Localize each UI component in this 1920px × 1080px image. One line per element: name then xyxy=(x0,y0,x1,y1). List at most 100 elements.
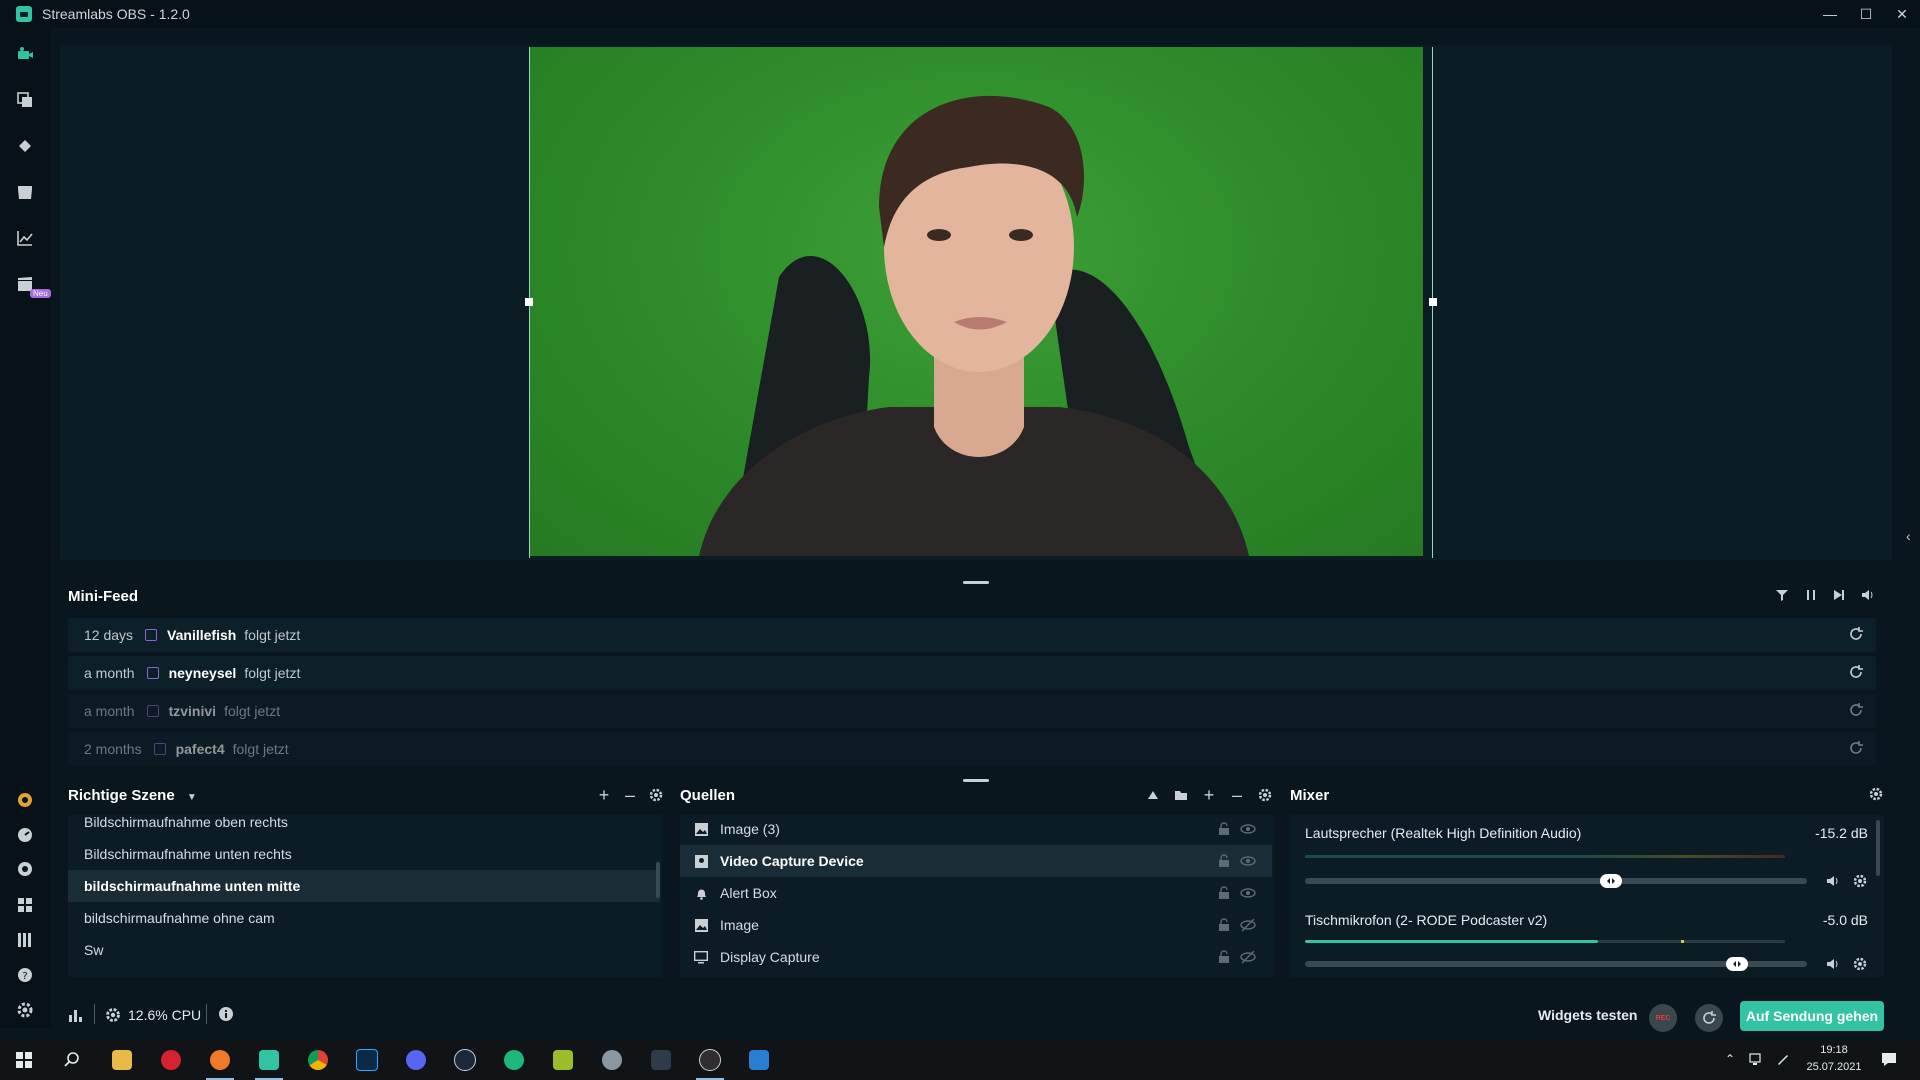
windows-start-icon[interactable] xyxy=(8,1044,40,1076)
record-button[interactable]: REC xyxy=(1649,1004,1677,1032)
add-folder-icon[interactable] xyxy=(1173,787,1189,803)
analytics-icon[interactable] xyxy=(15,228,35,248)
eye-hidden-icon[interactable] xyxy=(1240,950,1256,964)
eye-hidden-icon[interactable] xyxy=(1240,918,1256,932)
source-selection-box[interactable] xyxy=(525,47,1437,558)
davinci-icon[interactable] xyxy=(645,1044,677,1076)
dashboard-icon[interactable] xyxy=(15,825,35,845)
volume-slider-thumb[interactable] xyxy=(1600,874,1623,888)
feed-item[interactable]: 12 days Vanillefish folgt jetzt xyxy=(68,618,1876,652)
scenes-title[interactable]: Richtige Szene ▼ xyxy=(68,787,197,804)
prime-icon[interactable] xyxy=(15,790,35,810)
scene-item[interactable]: Bildschirmaufnahme oben rechts xyxy=(68,806,660,838)
replay-buffer-button[interactable] xyxy=(1695,1004,1723,1032)
scene-item[interactable]: Bildschirmaufnahme unten rechts xyxy=(68,838,660,870)
collapse-chevron-icon[interactable]: ‹ xyxy=(1906,528,1916,544)
source-properties-icon[interactable] xyxy=(1145,787,1161,803)
mixer-settings-icon[interactable] xyxy=(1868,786,1884,802)
file-explorer-icon[interactable] xyxy=(106,1044,138,1076)
add-scene-button[interactable]: + xyxy=(596,786,612,804)
source-item[interactable]: Image xyxy=(680,909,1272,941)
channel-settings-icon[interactable] xyxy=(1852,956,1868,972)
close-icon[interactable]: ✕ xyxy=(1894,4,1910,24)
channel-settings-icon[interactable] xyxy=(1852,873,1868,889)
filter-icon[interactable] xyxy=(1775,587,1790,603)
volume-slider[interactable] xyxy=(1305,874,1807,888)
settings-icon[interactable] xyxy=(15,1000,35,1020)
add-source-button[interactable]: + xyxy=(1201,786,1217,804)
skip-icon[interactable] xyxy=(1832,587,1847,603)
speaker-icon[interactable] xyxy=(1825,956,1841,972)
replay-icon[interactable] xyxy=(1848,664,1864,680)
themes-icon[interactable] xyxy=(15,90,35,110)
steam-icon[interactable] xyxy=(449,1044,481,1076)
tray-chevron-icon[interactable]: ⌃ xyxy=(1725,1052,1735,1066)
scene-item[interactable]: Sw xyxy=(68,934,660,966)
photoshop-icon[interactable] xyxy=(351,1044,383,1076)
scenes-scrollbar[interactable] xyxy=(656,862,660,898)
word-app-icon[interactable] xyxy=(743,1044,775,1076)
replay-icon[interactable] xyxy=(1848,740,1864,756)
apps-icon[interactable] xyxy=(15,136,35,156)
studio-mode-icon[interactable] xyxy=(15,930,35,950)
feed-item[interactable]: a month neyneysel folgt jetzt xyxy=(68,656,1876,690)
minimize-icon[interactable]: — xyxy=(1822,4,1838,24)
notifications-icon[interactable] xyxy=(1880,1050,1898,1068)
volume-slider-thumb[interactable] xyxy=(1725,957,1748,971)
mixer-scrollbar[interactable] xyxy=(1876,820,1880,876)
opera-icon[interactable] xyxy=(155,1044,187,1076)
editor-icon[interactable] xyxy=(15,44,35,64)
resize-handle-left[interactable] xyxy=(525,298,533,306)
network-icon[interactable] xyxy=(1748,1052,1762,1066)
pen-icon[interactable] xyxy=(1776,1052,1790,1066)
eye-icon[interactable] xyxy=(1240,822,1256,836)
remove-source-button[interactable]: – xyxy=(1229,786,1245,804)
source-settings-icon[interactable] xyxy=(1257,787,1273,803)
remove-scene-button[interactable]: – xyxy=(622,786,638,804)
spotify-icon[interactable] xyxy=(498,1044,530,1076)
feed-item[interactable]: a month tzvinivi folgt jetzt xyxy=(68,694,1876,728)
lock-icon[interactable] xyxy=(1218,822,1230,836)
firefox-icon[interactable] xyxy=(204,1044,236,1080)
eye-icon[interactable] xyxy=(1240,886,1256,900)
lock-icon[interactable] xyxy=(1218,950,1230,964)
rocket-app-icon[interactable] xyxy=(596,1044,628,1076)
feed-item[interactable]: 2 months pafect4 folgt jetzt xyxy=(68,732,1876,766)
source-item[interactable]: Alert Box xyxy=(680,877,1272,909)
replay-icon[interactable] xyxy=(1848,626,1864,642)
source-item[interactable]: Display Capture xyxy=(680,941,1272,973)
resize-handle-right[interactable] xyxy=(1429,298,1437,306)
chrome-icon[interactable] xyxy=(302,1044,334,1076)
source-item[interactable]: Image (3) xyxy=(680,813,1272,845)
test-widgets-button[interactable]: Widgets testen xyxy=(1538,1007,1637,1023)
discord-icon[interactable] xyxy=(400,1044,432,1076)
obs-icon[interactable] xyxy=(694,1044,726,1080)
scene-item-active[interactable]: bildschirmaufnahme unten mitte xyxy=(68,870,660,902)
scene-item[interactable]: bildschirmaufnahme ohne cam xyxy=(68,902,660,934)
lock-icon[interactable] xyxy=(1218,886,1230,900)
volume-slider[interactable] xyxy=(1305,957,1807,971)
lock-icon[interactable] xyxy=(1218,854,1230,868)
lock-icon[interactable] xyxy=(1218,918,1230,932)
source-item-active[interactable]: Video Capture Device xyxy=(680,845,1272,877)
pause-icon[interactable] xyxy=(1804,587,1819,603)
layout-icon[interactable] xyxy=(15,895,35,915)
streamlabs-icon[interactable] xyxy=(253,1044,285,1080)
go-live-button[interactable]: Auf Sendung gehen xyxy=(1740,1001,1884,1031)
maximize-icon[interactable]: ☐ xyxy=(1858,4,1874,24)
resize-grip[interactable] xyxy=(963,581,989,584)
search-icon[interactable] xyxy=(56,1044,88,1076)
speaker-icon[interactable] xyxy=(1825,873,1841,889)
eye-icon[interactable] xyxy=(1240,854,1256,868)
info-icon[interactable] xyxy=(218,1006,234,1025)
scene-settings-icon[interactable] xyxy=(648,787,664,803)
resize-grip[interactable] xyxy=(963,779,989,782)
volume-icon[interactable] xyxy=(1861,587,1876,603)
chat-icon[interactable] xyxy=(15,860,35,880)
help-icon[interactable]: ? xyxy=(15,965,35,985)
store-icon[interactable] xyxy=(15,182,35,202)
chevron-down-icon[interactable]: ▼ xyxy=(187,792,197,803)
layers-app-icon[interactable] xyxy=(547,1044,579,1076)
performance-icon[interactable] xyxy=(68,1007,84,1026)
replay-icon[interactable] xyxy=(1848,702,1864,718)
